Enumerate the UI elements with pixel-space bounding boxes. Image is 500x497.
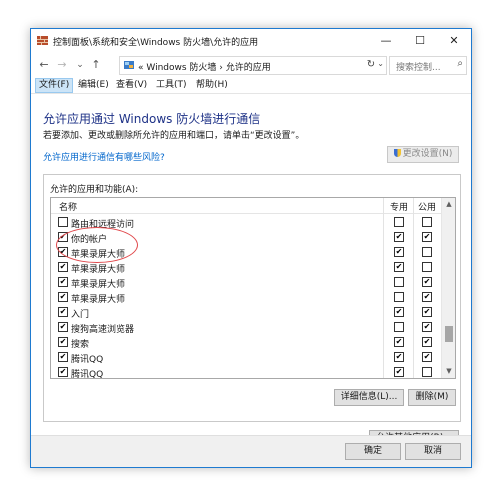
public-checkbox[interactable]: [422, 217, 432, 227]
app-enabled-checkbox[interactable]: ✔: [58, 352, 68, 362]
risk-link[interactable]: 允许应用进行通信有哪些风险?: [43, 150, 165, 163]
private-checkbox[interactable]: [394, 322, 404, 332]
scroll-thumb[interactable]: [445, 326, 453, 342]
cancel-button[interactable]: 取消: [405, 443, 461, 460]
control-panel-icon: [124, 61, 134, 69]
allowed-apps-group: 允许的应用和功能(A): 名称 专用 公用 ▲ ▼ 路由和远程访问 ✔ 你的帐户 ✔ ✔…: [43, 174, 461, 422]
menu-bar: 文件(F) 编辑(E) 查看(V) 工具(T) 帮助(H): [31, 77, 471, 93]
public-checkbox[interactable]: [422, 367, 432, 377]
menu-tools[interactable]: 工具(T): [153, 79, 190, 92]
private-checkbox[interactable]: [394, 292, 404, 302]
refresh-button[interactable]: ↻: [363, 56, 379, 73]
address-bar[interactable]: « Windows 防火墙 › 允许的应用 ⌄: [119, 56, 387, 75]
search-input[interactable]: 搜索控制... ⌕: [389, 56, 467, 75]
public-checkbox[interactable]: [422, 262, 432, 272]
change-settings-button[interactable]: 更改设置(N): [387, 146, 459, 163]
public-checkbox[interactable]: [422, 247, 432, 257]
private-checkbox[interactable]: ✔: [394, 367, 404, 377]
navigation-bar: ← → ⌄ ↑ « Windows 防火墙 › 允许的应用 ⌄ ↻ 搜索控制..…: [31, 53, 471, 77]
table-row[interactable]: ✔ 腾讯QQ ✔: [51, 364, 441, 379]
highlight-circle: [56, 227, 138, 263]
minimize-button[interactable]: —: [369, 29, 403, 53]
column-public[interactable]: 公用: [418, 200, 436, 213]
remove-button[interactable]: 删除(M): [408, 389, 456, 406]
table-row[interactable]: 路由和远程访问: [51, 214, 441, 230]
instructions-text: 若要添加、更改或删除所允许的应用和端口，请单击“更改设置”。: [43, 131, 305, 141]
forward-button[interactable]: →: [55, 57, 69, 73]
close-button[interactable]: ✕: [437, 29, 471, 53]
public-checkbox[interactable]: ✔: [422, 352, 432, 362]
window-title: 控制面板\系统和安全\Windows 防火墙\允许的应用: [53, 38, 259, 48]
public-checkbox[interactable]: ✔: [422, 232, 432, 242]
private-checkbox[interactable]: ✔: [394, 262, 404, 272]
list-header: 名称 专用 公用: [51, 198, 455, 214]
column-name[interactable]: 名称: [59, 200, 77, 213]
table-row[interactable]: ✔ 搜索 ✔ ✔: [51, 334, 441, 350]
app-enabled-checkbox[interactable]: ✔: [58, 337, 68, 347]
table-row[interactable]: ✔ 苹果录屏大师 ✔: [51, 274, 441, 290]
private-checkbox[interactable]: [394, 217, 404, 227]
private-checkbox[interactable]: ✔: [394, 307, 404, 317]
app-name: 腾讯QQ: [71, 370, 104, 379]
column-private[interactable]: 专用: [390, 200, 408, 213]
public-checkbox[interactable]: ✔: [422, 322, 432, 332]
address-path: « Windows 防火墙 › 允许的应用: [138, 63, 271, 73]
vertical-scrollbar[interactable]: ▲ ▼: [441, 198, 455, 378]
public-checkbox[interactable]: ✔: [422, 292, 432, 302]
table-row[interactable]: ✔ 搜狗高速浏览器 ✔: [51, 319, 441, 335]
private-checkbox[interactable]: ✔: [394, 247, 404, 257]
menu-edit[interactable]: 编辑(E): [75, 79, 112, 92]
menu-file[interactable]: 文件(F): [35, 78, 74, 93]
public-checkbox[interactable]: ✔: [422, 307, 432, 317]
private-checkbox[interactable]: ✔: [394, 337, 404, 347]
scroll-down-arrow[interactable]: ▼: [444, 367, 454, 375]
app-enabled-checkbox[interactable]: ✔: [58, 367, 68, 377]
change-settings-label: 更改设置(N): [402, 149, 453, 159]
menu-view[interactable]: 查看(V): [113, 79, 150, 92]
public-checkbox[interactable]: ✔: [422, 337, 432, 347]
page-title: 允许应用通过 Windows 防火墙进行通信: [43, 112, 261, 126]
menu-help[interactable]: 帮助(H): [193, 79, 231, 92]
dialog-footer: 确定 取消: [31, 435, 471, 467]
app-enabled-checkbox[interactable]: ✔: [58, 262, 68, 272]
table-row[interactable]: ✔ 入门 ✔ ✔: [51, 304, 441, 320]
scroll-up-arrow[interactable]: ▲: [444, 200, 454, 208]
firewall-app-icon: [37, 36, 48, 45]
back-button[interactable]: ←: [37, 57, 51, 73]
maximize-button[interactable]: ☐: [403, 29, 437, 53]
search-icon[interactable]: ⌕: [457, 58, 463, 69]
private-checkbox[interactable]: [394, 277, 404, 287]
app-enabled-checkbox[interactable]: ✔: [58, 277, 68, 287]
table-row[interactable]: ✔ 腾讯QQ ✔ ✔: [51, 349, 441, 365]
table-row[interactable]: ✔ 苹果录屏大师 ✔: [51, 289, 441, 305]
private-checkbox[interactable]: ✔: [394, 232, 404, 242]
main-content: 允许应用通过 Windows 防火墙进行通信 若要添加、更改或删除所允许的应用和…: [31, 93, 471, 447]
allowed-apps-list[interactable]: 名称 专用 公用 ▲ ▼ 路由和远程访问 ✔ 你的帐户 ✔ ✔ ✔ 苹果录屏大师 ✔ ✔ 苹果录屏…: [50, 197, 456, 379]
recent-locations-button[interactable]: ⌄: [73, 57, 87, 73]
ok-button[interactable]: 确定: [345, 443, 401, 460]
uac-shield-icon: [393, 149, 401, 157]
firewall-window: 控制面板\系统和安全\Windows 防火墙\允许的应用 — ☐ ✕ ← → ⌄…: [30, 28, 472, 468]
app-enabled-checkbox[interactable]: ✔: [58, 322, 68, 332]
allowed-apps-label: 允许的应用和功能(A):: [50, 185, 139, 195]
app-enabled-checkbox[interactable]: ✔: [58, 292, 68, 302]
up-button[interactable]: ↑: [89, 57, 103, 73]
app-enabled-checkbox[interactable]: [58, 217, 68, 227]
search-placeholder: 搜索控制...: [396, 63, 441, 73]
private-checkbox[interactable]: ✔: [394, 352, 404, 362]
title-bar: 控制面板\系统和安全\Windows 防火墙\允许的应用 — ☐ ✕: [31, 29, 471, 53]
app-enabled-checkbox[interactable]: ✔: [58, 307, 68, 317]
details-button[interactable]: 详细信息(L)...: [334, 389, 404, 406]
public-checkbox[interactable]: ✔: [422, 277, 432, 287]
